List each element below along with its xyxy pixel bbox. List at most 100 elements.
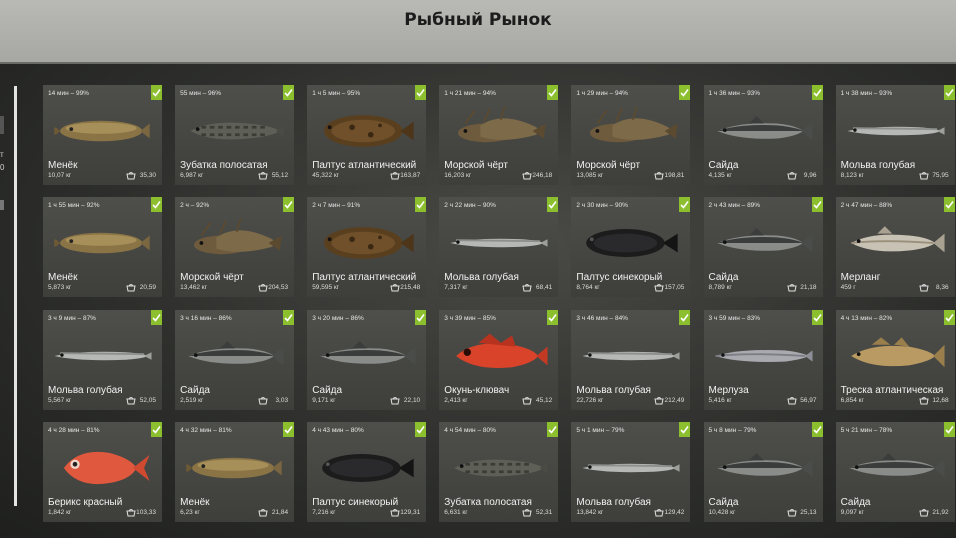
fish-card[interactable]: 1 ч 36 мин – 93% Сайда 4,135 кг 9,96 xyxy=(703,85,823,185)
check-icon[interactable] xyxy=(811,309,823,325)
fish-name: Треска атлантическая xyxy=(840,384,944,396)
check-icon[interactable] xyxy=(679,421,691,437)
fish-name: Мольва голубая xyxy=(576,384,651,396)
check-icon[interactable] xyxy=(151,85,162,100)
fish-card[interactable]: 3 ч 16 мин – 86% Сайда 2,519 кг 3,03 xyxy=(175,309,295,410)
basket-icon xyxy=(258,172,268,180)
check-icon[interactable] xyxy=(415,309,427,325)
fish-card[interactable]: 3 ч 39 мин – 85% Окунь-клювач 2,413 кг 45,1… xyxy=(439,309,559,410)
basket-icon xyxy=(918,508,929,517)
fish-weight: 459 г xyxy=(840,284,856,292)
fish-card[interactable]: 4 ч 32 мин – 81% Менёк 6,23 кг 21,84 xyxy=(175,421,295,522)
check-icon[interactable] xyxy=(811,421,823,437)
fish-pollock-icon xyxy=(716,228,813,253)
check-icon[interactable] xyxy=(283,309,295,325)
check-icon[interactable] xyxy=(151,197,162,213)
fish-card[interactable]: 1 ч 55 мин – 92% Менёк 5,873 кг 20,59 xyxy=(43,197,162,298)
catch-time-freshness: 1 ч 38 мин – 93% xyxy=(840,90,893,97)
check-icon[interactable] xyxy=(415,197,427,213)
fish-name: Берикс красный xyxy=(48,496,123,508)
check-icon[interactable] xyxy=(283,421,295,437)
basket-icon xyxy=(918,284,929,292)
fish-weight: 22,726 кг xyxy=(576,396,604,404)
basket-icon xyxy=(258,508,268,517)
fish-ling-icon xyxy=(582,463,680,473)
fish-weight: 2,413 кг xyxy=(444,396,468,404)
fish-weight: 1,842 кг xyxy=(48,508,72,516)
fish-card[interactable]: 1 ч 38 мин – 93% Мольва голубая 8,123 кг 75… xyxy=(835,85,955,185)
fish-card[interactable]: 55 мин – 96% Зубатка полосатая 6,987 кг 55,… xyxy=(175,85,295,185)
check-icon[interactable] xyxy=(811,197,823,213)
catch-time-freshness: 4 ч 54 мин – 80% xyxy=(444,426,496,434)
check-icon[interactable] xyxy=(415,85,427,100)
fish-name: Морской чёрт xyxy=(444,160,508,171)
fish-card[interactable]: 2 ч 30 мин – 90% Палтус синекорый 8,764 кг… xyxy=(571,197,691,298)
fish-price: 68,41 xyxy=(536,284,553,292)
check-icon[interactable] xyxy=(547,421,559,437)
fish-card[interactable]: 4 ч 28 мин – 81% Берикс красный 1,842 кг 10… xyxy=(43,421,162,522)
check-icon[interactable] xyxy=(547,309,559,325)
basket-icon xyxy=(654,172,665,180)
fish-weight: 45,322 кг xyxy=(312,172,340,179)
fish-price: 157,05 xyxy=(664,284,685,292)
fish-card[interactable]: 2 ч – 92% Морской чёрт 13,462 кг 204,53 xyxy=(175,197,295,298)
fish-weight: 6,23 кг xyxy=(180,508,200,516)
fish-card[interactable]: 1 ч 5 мин – 95% Палтус атлантический 45,32… xyxy=(307,85,427,185)
fish-price: 129,42 xyxy=(664,508,685,516)
fish-pollock-icon xyxy=(716,452,813,478)
check-icon[interactable] xyxy=(151,309,162,325)
check-icon[interactable] xyxy=(943,197,955,213)
fish-card[interactable]: 4 ч 43 мин – 80% Палтус синекорый 7,216 кг… xyxy=(307,421,427,522)
fish-name: Мерлуза xyxy=(708,384,749,396)
fish-card[interactable]: 3 ч 46 мин – 84% Мольва голубая 22,726 кг 2… xyxy=(571,309,691,410)
check-icon[interactable] xyxy=(283,197,295,213)
catch-time-freshness: 3 ч 16 мин – 86% xyxy=(180,314,232,322)
check-icon[interactable] xyxy=(415,421,427,437)
check-icon[interactable] xyxy=(943,309,955,325)
fish-card[interactable]: 5 ч 21 мин – 78% Сайда 9,097 кг 21,92 xyxy=(835,421,955,522)
scroll-rail[interactable] xyxy=(14,86,17,506)
fish-card[interactable]: 2 ч 22 мин – 90% Мольва голубая 7,317 кг 68… xyxy=(439,197,559,298)
fish-card[interactable]: 5 ч 8 мин – 79% Сайда 10,428 кг 25,13 xyxy=(703,421,823,522)
check-icon[interactable] xyxy=(811,85,823,100)
check-icon[interactable] xyxy=(547,85,559,100)
fish-card[interactable]: 2 ч 47 мин – 88% Мерланг 459 г 8,36 xyxy=(835,197,955,298)
check-icon[interactable] xyxy=(283,85,295,100)
fish-weight: 7,216 кг xyxy=(312,508,336,516)
fish-card[interactable]: 5 ч 1 мин – 79% Мольва голубая 13,842 кг 12… xyxy=(571,421,691,522)
basket-icon xyxy=(126,284,136,292)
fish-price: 56,97 xyxy=(800,396,817,404)
fish-card[interactable]: 14 мин – 99% Менёк 10,07 кг 35,30 xyxy=(43,85,162,185)
fish-card[interactable]: 1 ч 21 мин – 94% Морской чёрт 16,203 кг 246… xyxy=(439,85,559,185)
fish-card[interactable]: 2 ч 7 мин – 91% Палтус атлантический 59,59… xyxy=(307,197,427,298)
fish-greenland-icon xyxy=(322,453,414,482)
catch-time-freshness: 2 ч 47 мин – 88% xyxy=(840,202,893,210)
fish-weight: 7,317 кг xyxy=(444,284,468,292)
side-tab[interactable] xyxy=(0,116,4,134)
fish-card[interactable]: 3 ч 9 мин – 87% Мольва голубая 5,567 кг 52,… xyxy=(43,309,162,410)
fish-price: 55,12 xyxy=(271,172,289,179)
basket-icon xyxy=(654,396,665,405)
side-fragment: т xyxy=(0,150,4,159)
check-icon[interactable] xyxy=(151,421,162,437)
check-icon[interactable] xyxy=(943,421,955,437)
check-icon[interactable] xyxy=(679,309,691,325)
check-icon[interactable] xyxy=(679,197,691,213)
fish-card[interactable]: 3 ч 20 мин – 86% Сайда 9,171 кг 22,10 xyxy=(307,309,427,410)
side-tab[interactable] xyxy=(0,200,4,210)
fish-grid: 14 мин – 99% Менёк 10,07 кг 35,30 55 мин – 9… xyxy=(43,85,956,522)
check-icon[interactable] xyxy=(679,85,691,100)
fish-card[interactable]: 4 ч 54 мин – 80% Зубатка полосатая 6,631 к… xyxy=(439,421,559,522)
fish-price: 163,87 xyxy=(400,172,421,179)
fish-weight: 9,097 кг xyxy=(840,508,864,516)
fish-card[interactable]: 1 ч 29 мин – 94% Морской чёрт 13,085 кг 198… xyxy=(571,85,691,185)
check-icon[interactable] xyxy=(943,85,955,100)
fish-price: 21,18 xyxy=(800,284,817,292)
check-icon[interactable] xyxy=(547,197,559,213)
fish-card[interactable]: 2 ч 43 мин – 89% Сайда 8,789 кг 21,18 xyxy=(703,197,823,298)
fish-card[interactable]: 4 ч 13 мин – 82% Треска атлантическая 6,85… xyxy=(835,309,955,410)
fish-weight: 9,171 кг xyxy=(312,396,336,404)
fish-name: Сайда xyxy=(180,384,210,396)
fish-name: Зубатка полосатая xyxy=(180,160,268,171)
fish-card[interactable]: 3 ч 59 мин – 83% Мерлуза 5,416 кг 56,97 xyxy=(703,309,823,410)
